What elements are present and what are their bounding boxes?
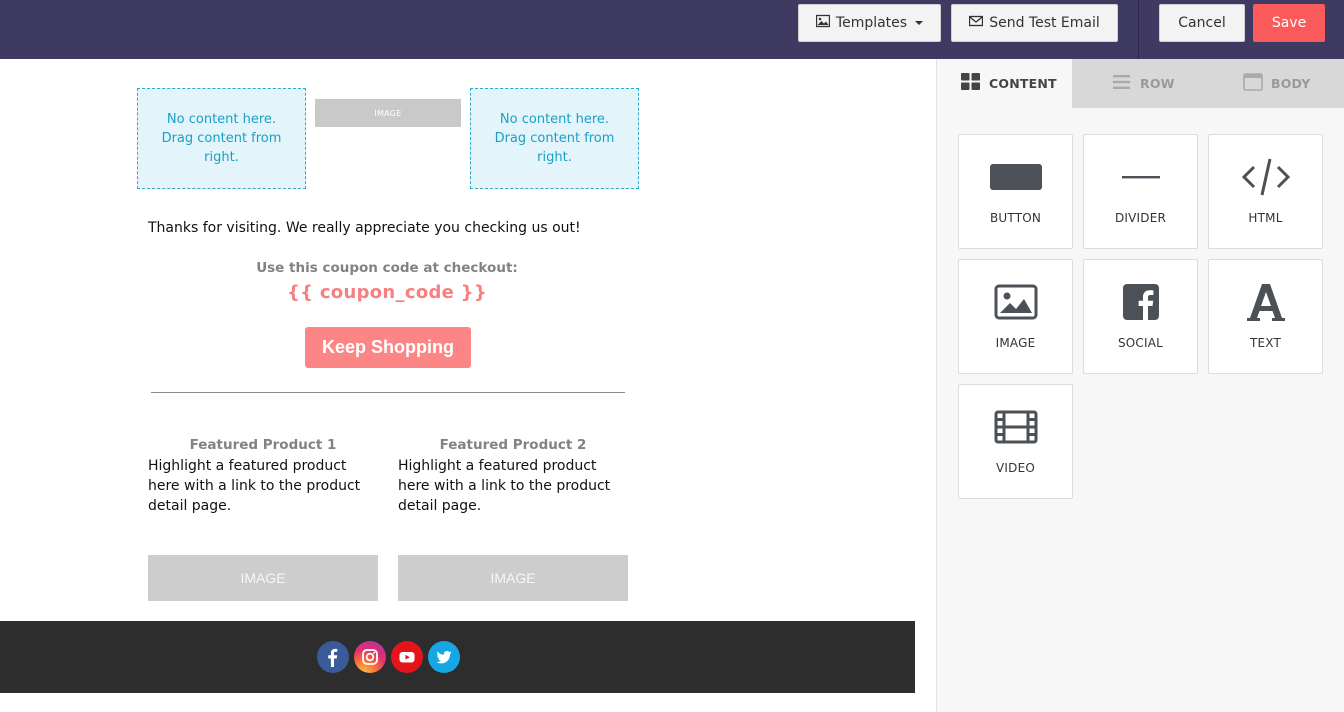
featured-product-block[interactable]: Featured Product 1 Highlight a featured … (148, 436, 380, 516)
code-icon (1241, 157, 1290, 197)
tab-body-label: BODY (1271, 76, 1311, 91)
product-image-placeholder[interactable]: IMAGE (148, 555, 378, 601)
tile-label: VIDEO (995, 461, 1035, 475)
editor-side-panel: CONTENT ROW BODY BUTTON DIVIDER HTML IMA… (936, 59, 1344, 712)
product-title: Featured Product 2 (439, 437, 587, 453)
image-placeholder[interactable]: IMAGE (315, 99, 461, 127)
cancel-button[interactable]: Cancel (1159, 4, 1245, 42)
panel-tabs: CONTENT ROW BODY (937, 59, 1344, 108)
twitter-icon[interactable] (428, 641, 460, 673)
product-description: Highlight a featured product here with a… (148, 458, 361, 514)
save-button[interactable]: Save (1253, 4, 1325, 42)
content-tile-video[interactable]: VIDEO (958, 384, 1073, 499)
youtube-icon[interactable] (391, 641, 423, 673)
rows-icon (1112, 73, 1132, 94)
content-tile-social[interactable]: SOCIAL (1083, 259, 1198, 374)
tile-label: BUTTON (989, 211, 1042, 225)
tile-label: TEXT (1249, 336, 1282, 350)
tile-label: SOCIAL (1117, 336, 1164, 350)
templates-label: Templates (835, 15, 908, 31)
tile-label: HTML (1248, 211, 1283, 225)
window-icon (1243, 73, 1263, 94)
tab-content[interactable]: CONTENT (937, 59, 1072, 108)
email-footer[interactable] (0, 621, 915, 693)
toolbar-divider (1138, 0, 1139, 59)
content-tile-divider[interactable]: DIVIDER (1083, 134, 1198, 249)
image-icon (815, 14, 831, 32)
facebook-icon (1122, 282, 1160, 322)
coupon-code[interactable]: {{ coupon_code }} (148, 282, 626, 303)
divider-icon (1121, 157, 1161, 197)
empty-dropzone[interactable]: No content here. Drag content from right… (137, 88, 306, 189)
image-icon (994, 282, 1038, 322)
facebook-icon[interactable] (317, 641, 349, 673)
film-icon (994, 407, 1038, 447)
product-image-placeholder[interactable]: IMAGE (398, 555, 628, 601)
keep-shopping-button[interactable]: Keep Shopping (305, 327, 471, 368)
top-toolbar: Templates Send Test Email Cancel Save (0, 0, 1344, 59)
button-icon (989, 157, 1043, 197)
divider-line[interactable] (151, 392, 625, 393)
send-test-email-label: Send Test Email (989, 15, 1100, 31)
content-tile-button[interactable]: BUTTON (958, 134, 1073, 249)
product-title: Featured Product 1 (189, 437, 337, 453)
featured-product-block[interactable]: Featured Product 2 Highlight a featured … (398, 436, 630, 516)
templates-dropdown-button[interactable]: Templates (798, 4, 941, 42)
envelope-icon (969, 14, 984, 32)
tile-label: IMAGE (995, 336, 1036, 350)
coupon-label[interactable]: Use this coupon code at checkout: (148, 260, 626, 276)
instagram-icon[interactable] (354, 641, 386, 673)
send-test-email-button[interactable]: Send Test Email (951, 4, 1118, 42)
empty-dropzone[interactable]: No content here. Drag content from right… (470, 88, 639, 189)
product-description: Highlight a featured product here with a… (398, 458, 611, 514)
email-canvas: No content here. Drag content from right… (0, 59, 936, 712)
caret-down-icon (915, 21, 924, 25)
tab-body[interactable]: BODY (1243, 59, 1310, 108)
thanks-text[interactable]: Thanks for visiting. We really appreciat… (148, 220, 581, 236)
content-tile-image[interactable]: IMAGE (958, 259, 1073, 374)
text-icon (1246, 282, 1286, 322)
content-tile-text[interactable]: TEXT (1208, 259, 1323, 374)
content-tile-html[interactable]: HTML (1208, 134, 1323, 249)
tab-row-label: ROW (1140, 76, 1175, 91)
tab-content-label: CONTENT (989, 76, 1057, 91)
tab-row[interactable]: ROW (1112, 59, 1175, 108)
tile-label: DIVIDER (1114, 211, 1167, 225)
grid-icon (961, 73, 981, 94)
